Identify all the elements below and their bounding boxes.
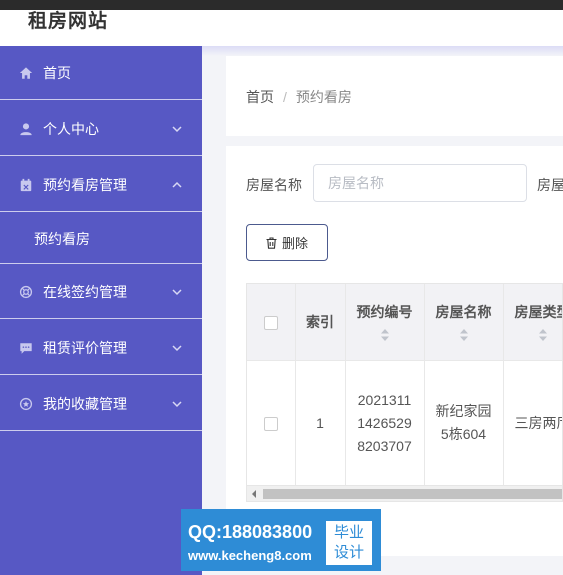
sidebar: 首页 个人中心 预约看房管理 预约看房 在线签约管理 租赁评价管理 我的收藏管理 [0,46,202,575]
house-type-cell: 三房两厅 [503,360,562,486]
select-all-checkbox[interactable] [263,315,278,330]
house-name-search-input[interactable] [313,164,527,202]
home-icon [18,65,34,81]
sidebar-subitem-label: 预约看房 [34,230,90,247]
sidebar-item-personal-center[interactable]: 个人中心 [0,102,202,156]
chevron-down-icon[interactable] [172,343,182,353]
breadcrumb-current: 预约看房 [295,89,352,105]
sidebar-item-favorites-management[interactable]: 我的收藏管理 [0,377,202,431]
calendar-icon [18,177,34,193]
delete-button-label: 删除 [281,236,308,251]
sort-icon[interactable] [459,328,469,342]
column-header-booking-no[interactable]: 预约编号 [345,284,425,361]
column-header-label: 房屋名称 [435,303,492,320]
watermark-qq: QQ:188083800 [188,522,313,542]
select-all-cell [247,284,296,361]
booking-table: 索引 预约编号 房屋名称 房屋类型 [246,283,563,502]
watermark-site: www.kecheng8.com [188,548,312,563]
chevron-down-icon[interactable] [172,287,182,297]
column-header-label: 预约编号 [356,303,413,320]
chevron-down-icon[interactable] [172,124,182,134]
sidebar-item-label: 在线签约管理 [43,283,127,300]
house-type-label: 房屋 [537,177,563,193]
watermark-banner: QQ:188083800 www.kecheng8.com 毕业 设计 [181,509,381,571]
table-row[interactable]: 1 2021311 1426529 8203707 新纪家园 5栋604 三房两… [247,360,562,486]
row-checkbox[interactable] [263,417,278,432]
top-header: 租房网站 [0,10,563,46]
site-title: 租房网站 [28,11,109,32]
column-header-index: 索引 [295,284,346,361]
breadcrumb-home-link[interactable]: 首页 [246,89,274,105]
column-header-house-name[interactable]: 房屋名称 [424,284,504,361]
breadcrumb: 首页 / 预约看房 [246,87,352,107]
sidebar-item-label: 个人中心 [43,120,99,137]
comment-icon [18,340,34,356]
table-header-row: 索引 预约编号 房屋名称 房屋类型 [247,284,563,361]
trash-icon [266,236,277,249]
chevron-up-icon[interactable] [172,180,182,190]
sidebar-item-booking-management[interactable]: 预约看房管理 [0,158,202,212]
star-icon [18,396,34,412]
breadcrumb-panel: 首页 / 预约看房 [226,56,563,136]
chevron-down-icon[interactable] [172,399,182,409]
sidebar-item-label: 我的收藏管理 [43,395,127,412]
sidebar-item-label: 首页 [43,64,71,81]
booking-no-cell: 2021311 1426529 8203707 [345,360,425,486]
sidebar-subitem-booking[interactable]: 预约看房 [0,214,202,264]
row-select-cell [247,360,296,486]
sidebar-item-online-contract[interactable]: 在线签约管理 [0,265,202,319]
sidebar-item-review-management[interactable]: 租赁评价管理 [0,321,202,375]
header-shadow [202,46,563,56]
house-name-cell: 新纪家园 5栋604 [424,360,504,486]
horizontal-scrollbar[interactable] [247,485,562,501]
column-header-house-type[interactable]: 房屋类型 [503,284,563,361]
sidebar-item-home[interactable]: 首页 [0,46,202,100]
delete-button[interactable]: 删除 [246,224,328,261]
contract-icon [18,284,34,300]
user-icon [18,121,34,137]
sidebar-item-label: 预约看房管理 [43,176,127,193]
sort-icon[interactable] [538,328,548,342]
watermark-tag: 毕业 设计 [326,521,372,565]
sort-icon[interactable] [380,328,390,342]
column-header-label: 房屋类型 [514,303,563,320]
sidebar-item-label: 租赁评价管理 [43,339,127,356]
main-content-panel: 房屋名称 房屋 删除 索引 预约编号 房屋名称 [226,146,563,556]
scrollbar-thumb[interactable] [263,489,562,499]
index-cell: 1 [295,360,346,486]
scroll-left-arrow-icon[interactable] [250,489,258,499]
house-name-label: 房屋名称 [246,177,302,193]
breadcrumb-separator: / [283,89,287,105]
